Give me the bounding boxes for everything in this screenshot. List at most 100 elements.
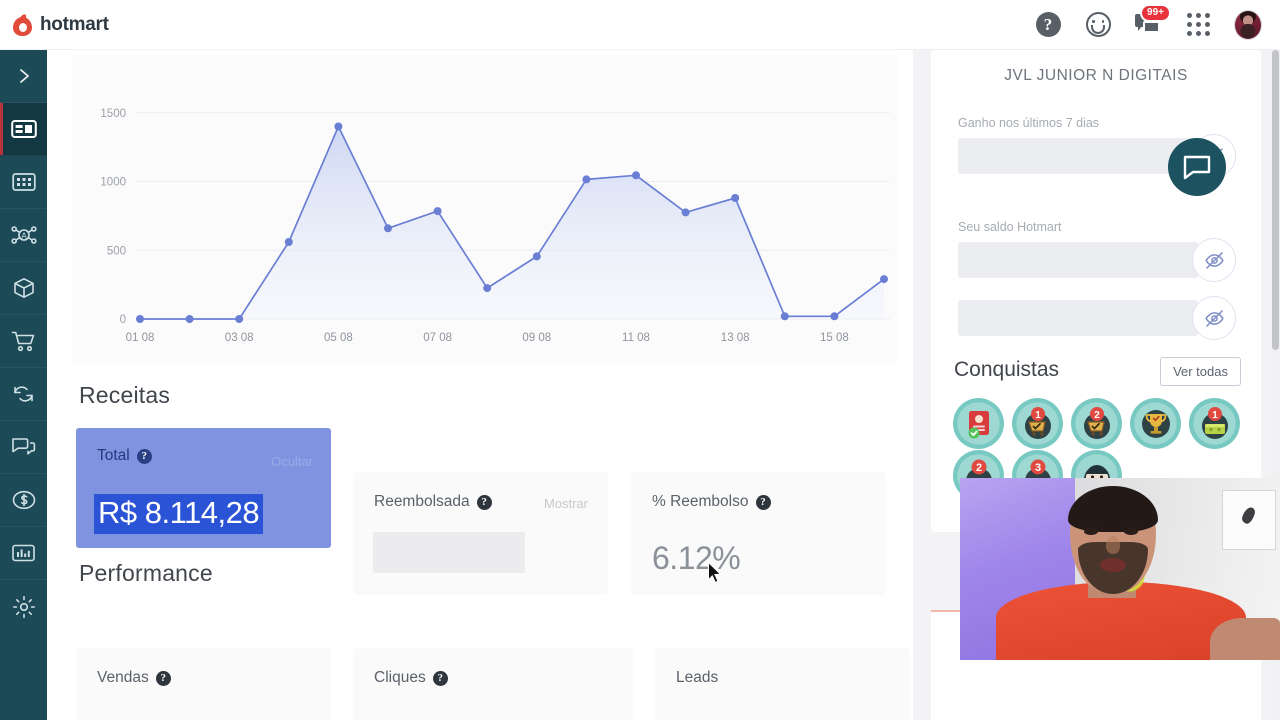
svg-text:05 08: 05 08 xyxy=(324,332,353,344)
card-clicks-label-text: Cliques xyxy=(374,669,426,686)
sidebar-item-apps[interactable] xyxy=(0,156,47,209)
flame-icon xyxy=(12,12,33,36)
eye-off-icon-balance[interactable] xyxy=(1192,238,1236,282)
brand-name: hotmart xyxy=(40,13,109,35)
earnings-7days-hidden-value xyxy=(958,138,1198,174)
sidebar-item-finance[interactable] xyxy=(0,474,47,527)
card-refunded-label: Reembolsada ? xyxy=(374,493,492,511)
svg-text:07 08: 07 08 xyxy=(423,332,452,344)
webcam-overlay xyxy=(960,478,1280,660)
webcam-person-nose xyxy=(1106,536,1120,554)
webcam-person-mouth xyxy=(1100,558,1126,572)
revenue-chart-card: 0 500 1000 1500 01 08 03 08 05 08 07 08 09 08 11… xyxy=(72,55,897,365)
chart-point[interactable] xyxy=(731,194,740,202)
card-leads-label: Leads xyxy=(676,669,718,687)
chart-point[interactable] xyxy=(532,252,541,261)
top-bar-icons: ? 99+ xyxy=(1034,3,1262,40)
sidebar-item-sales[interactable] xyxy=(0,315,47,368)
eye-off-icon-third[interactable] xyxy=(1192,296,1236,340)
card-total-value: R$ 8.114,28 xyxy=(94,494,264,534)
card-clicks-value: 14553 xyxy=(374,715,461,720)
chart-point[interactable] xyxy=(284,238,293,246)
sidebar-item-messages[interactable] xyxy=(0,421,47,474)
chart-point[interactable] xyxy=(235,315,244,323)
third-balance-hidden-value xyxy=(958,300,1198,336)
sidebar-item-settings[interactable] xyxy=(0,580,47,633)
svg-text:03 08: 03 08 xyxy=(225,332,254,344)
chart-point[interactable] xyxy=(483,284,492,293)
card-refund-percent[interactable]: % Reembolso ? 6.12% xyxy=(631,472,886,595)
badge-second-sale[interactable]: 2 xyxy=(1071,398,1122,449)
badge-trophy[interactable] xyxy=(1130,398,1181,449)
svg-text:11 08: 11 08 xyxy=(622,332,650,344)
card-sales-value: 50 xyxy=(97,715,132,720)
chart-point[interactable] xyxy=(681,208,690,217)
wall-picture-frame xyxy=(1222,490,1276,550)
svg-text:2: 2 xyxy=(975,462,981,474)
scrollbar-thumb[interactable] xyxy=(1272,50,1279,350)
card-sales[interactable]: Vendas ? 50 56.25% xyxy=(76,648,331,720)
see-all-achievements-button[interactable]: Ver todas xyxy=(1160,357,1241,386)
hide-total-link[interactable]: Ocultar xyxy=(271,454,313,469)
help-icon[interactable]: ? xyxy=(476,494,492,510)
face-feedback-icon[interactable] xyxy=(1084,11,1112,39)
revenue-area-chart[interactable]: 0 500 1000 1500 01 08 03 08 05 08 07 08 09 08 11… xyxy=(72,55,897,365)
chat-bubbles-icon[interactable]: 99+ xyxy=(1134,3,1171,39)
svg-text:0: 0 xyxy=(120,314,126,326)
help-icon[interactable]: ? xyxy=(432,670,448,686)
dollar-circle-icon xyxy=(12,490,35,510)
badge-first-sale[interactable]: 1 xyxy=(1012,398,1063,449)
card-clicks[interactable]: Cliques ? 14553 -22.96% xyxy=(353,648,639,720)
chart-point[interactable] xyxy=(830,312,839,321)
gear-icon xyxy=(12,595,35,618)
help-circle-icon[interactable]: ? xyxy=(1034,11,1062,39)
card-refunded[interactable]: Reembolsada ? Mostrar xyxy=(353,472,608,595)
achievements-row-1: 1 2 1 xyxy=(953,398,1240,449)
card-total-label: Total ? xyxy=(97,447,152,465)
svg-text:3: 3 xyxy=(1034,462,1040,474)
sidebar-item-affiliates[interactable]: A xyxy=(0,209,47,262)
card-clicks-label: Cliques ? xyxy=(374,669,448,687)
chart-point[interactable] xyxy=(384,224,392,233)
chat-support-icon[interactable] xyxy=(1168,138,1226,196)
badge-id-card-verified[interactable] xyxy=(953,398,1004,449)
chart-point[interactable] xyxy=(136,315,144,323)
main-content: 0 500 1000 1500 01 08 03 08 05 08 07 08 09 08 11… xyxy=(47,50,913,720)
svg-text:1500: 1500 xyxy=(100,108,126,120)
refresh-arrows-icon xyxy=(14,386,33,402)
show-refunded-link[interactable]: Mostrar xyxy=(544,496,588,511)
chart-point[interactable] xyxy=(185,315,194,323)
chart-point[interactable] xyxy=(582,175,591,184)
user-avatar[interactable] xyxy=(1234,9,1262,40)
sidebar-item-subscriptions[interactable] xyxy=(0,368,47,421)
help-icon[interactable]: ? xyxy=(136,448,152,464)
sidebar-item-reports[interactable] xyxy=(0,527,47,580)
sidebar-item-expand-sidebar[interactable] xyxy=(0,50,47,103)
help-icon[interactable]: ? xyxy=(155,670,171,686)
card-leads[interactable]: Leads 1 xyxy=(655,648,910,720)
achievements-title: Conquistas xyxy=(954,358,1060,381)
svg-text:1000: 1000 xyxy=(100,177,126,189)
card-refund-percent-label-text: % Reembolso xyxy=(652,493,749,510)
card-total-revenue[interactable]: Total ? Ocultar R$ 8.114,28 xyxy=(76,428,331,548)
earnings-7days-label: Ganho nos últimos 7 dias xyxy=(958,116,1100,130)
badge-money-first[interactable]: 1 xyxy=(1189,398,1240,449)
chart-point[interactable] xyxy=(632,171,640,180)
hotmart-balance-hidden-value xyxy=(958,242,1198,278)
grid-apps-icon[interactable] xyxy=(1184,11,1212,39)
account-name: JVL JUNIOR N DIGITAIS xyxy=(1004,67,1188,84)
chart-point[interactable] xyxy=(780,312,789,321)
help-icon[interactable]: ? xyxy=(755,494,771,510)
chart-point[interactable] xyxy=(334,122,343,131)
chart-point[interactable] xyxy=(880,275,888,284)
sidebar-item-dashboard[interactable] xyxy=(0,103,47,156)
webcam-person-arm xyxy=(1210,618,1280,660)
brand-logo[interactable]: hotmart xyxy=(12,12,109,36)
sidebar-item-products[interactable] xyxy=(0,262,47,315)
svg-text:13 08: 13 08 xyxy=(721,332,750,344)
svg-text:2: 2 xyxy=(1094,410,1100,421)
performance-section-title: Performance xyxy=(79,560,213,586)
chart-point[interactable] xyxy=(433,207,442,216)
card-refunded-label-text: Reembolsada xyxy=(374,493,470,510)
webcam-person-eye-right xyxy=(1124,528,1138,535)
